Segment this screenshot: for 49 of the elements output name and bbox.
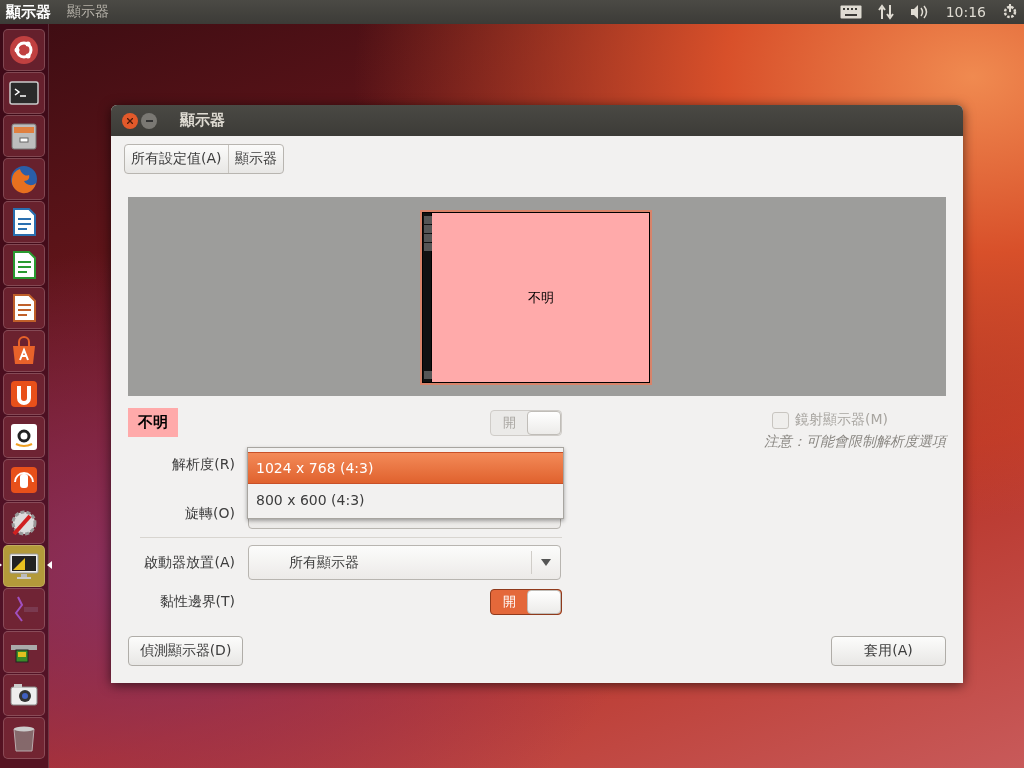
action-button[interactable]: 套用(A) bbox=[831, 636, 946, 666]
headphones-icon bbox=[8, 464, 40, 496]
field-label: 啟動器放置(A) bbox=[143, 553, 235, 572]
launcher-item[interactable] bbox=[3, 502, 45, 544]
ubuntu-logo-icon bbox=[8, 34, 40, 66]
launcher-item[interactable] bbox=[3, 29, 45, 71]
dropdown[interactable]: 所有顯示器 bbox=[248, 545, 561, 580]
launcher-item[interactable] bbox=[3, 674, 45, 716]
launcher-item[interactable] bbox=[3, 201, 45, 243]
breadcrumb-button[interactable]: 所有設定值(A) bbox=[125, 145, 228, 173]
launcher-item[interactable] bbox=[3, 330, 45, 372]
u-logo-icon bbox=[8, 378, 40, 410]
menu-option[interactable]: 800 x 600 (4:3) bbox=[248, 484, 563, 516]
dropdown-arrow-icon bbox=[541, 559, 551, 566]
action-button[interactable]: 偵測顯示器(D) bbox=[128, 636, 243, 666]
close-icon bbox=[127, 117, 133, 124]
fox-globe-icon bbox=[8, 163, 40, 195]
close-button[interactable] bbox=[122, 112, 138, 129]
network-arrows-icon[interactable] bbox=[877, 4, 894, 20]
field-label: 旋轉(O) bbox=[184, 505, 235, 523]
active-indicator-icon bbox=[47, 561, 52, 569]
app-name: 顯示器 bbox=[6, 2, 51, 22]
minimize-button[interactable] bbox=[141, 112, 157, 129]
note-text: 注意：可能會限制解析度選項 bbox=[764, 433, 946, 451]
launcher-item[interactable] bbox=[3, 244, 45, 286]
volume-icon[interactable] bbox=[909, 4, 930, 20]
field-label: 黏性邊界(T) bbox=[158, 593, 235, 611]
launcher-item[interactable] bbox=[3, 631, 45, 673]
clock[interactable]: 10:16 bbox=[945, 4, 986, 20]
window-title: 顯示器 bbox=[180, 111, 225, 130]
launcher-item[interactable] bbox=[3, 459, 45, 501]
power-gear-icon[interactable] bbox=[1002, 4, 1018, 20]
monitor-label: 不明 bbox=[527, 288, 554, 307]
menu-title[interactable]: 顯示器 bbox=[67, 3, 109, 21]
checkbox-label: 鏡射顯示器(M) bbox=[795, 411, 888, 429]
minimize-icon bbox=[145, 119, 153, 122]
launcher-item[interactable] bbox=[3, 287, 45, 329]
breadcrumb-button[interactable]: 顯示器 bbox=[227, 145, 283, 173]
monitor-name: 不明 bbox=[128, 408, 178, 437]
monitor-rectangle[interactable]: 不明 bbox=[420, 210, 652, 385]
monitor-icon bbox=[8, 550, 40, 582]
launcher-item[interactable] bbox=[3, 717, 45, 759]
launcher-item[interactable] bbox=[3, 373, 45, 415]
launcher-item[interactable] bbox=[3, 72, 45, 114]
keyboard-icon[interactable] bbox=[839, 5, 862, 19]
file-cabinet-icon bbox=[8, 120, 40, 152]
field-label: 解析度(R) bbox=[171, 456, 235, 474]
launcher-item[interactable] bbox=[3, 115, 45, 157]
launcher-item[interactable] bbox=[3, 416, 45, 458]
